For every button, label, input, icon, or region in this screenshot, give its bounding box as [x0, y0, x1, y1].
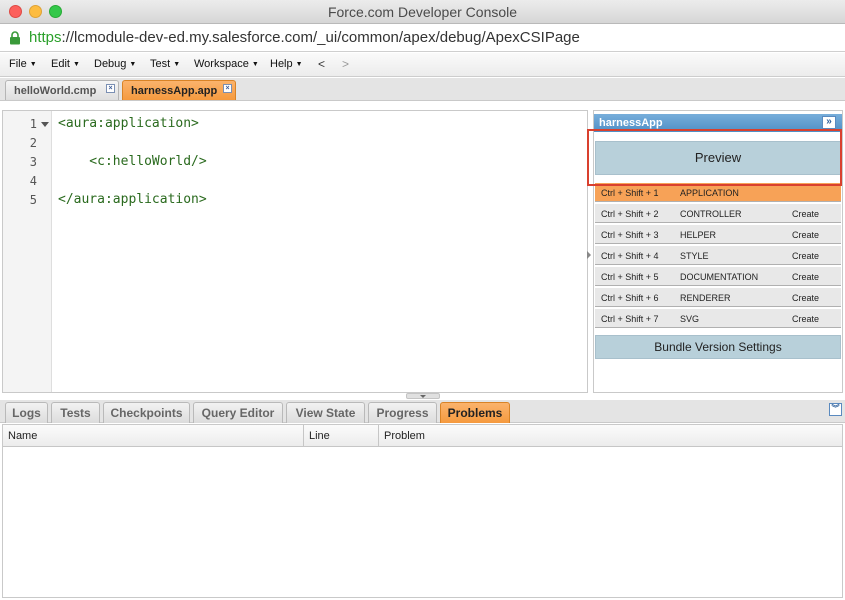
bundle-resource-type: DOCUMENTATION — [680, 272, 759, 282]
line-number-gutter: 1 2 3 4 5 — [3, 111, 52, 392]
menu-label: Workspace — [194, 58, 249, 70]
code-line[interactable]: </aura:application> — [58, 192, 207, 207]
bundle-row-application[interactable]: Ctrl + Shift + 1 APPLICATION — [595, 182, 841, 202]
bundle-row-controller[interactable]: Ctrl + Shift + 2 CONTROLLER Create — [595, 203, 841, 223]
create-link[interactable]: Create — [792, 293, 819, 303]
tab-view-state[interactable]: View State — [286, 402, 365, 423]
chevron-down-icon: ▼ — [129, 61, 137, 68]
window-title: Force.com Developer Console — [327, 4, 518, 20]
menu-label: Test — [150, 58, 171, 70]
shortcut-label: Ctrl + Shift + 6 — [601, 293, 659, 303]
code-line[interactable]: <aura:application> — [58, 116, 199, 131]
bundle-header: harnessApp » — [594, 114, 842, 132]
bottom-tab-bar: Problems Progress View State Query Editor Ch… — [0, 400, 845, 423]
menu-label: Debug — [94, 58, 127, 70]
menu-label: File — [9, 58, 27, 70]
collapse-panel-icon[interactable]: » — [822, 116, 836, 129]
column-header-name[interactable]: Name — [3, 425, 303, 447]
create-link[interactable]: Create — [792, 272, 819, 282]
menu-bar: File ▼ Edit ▼ Debug ▼ Test ▼ Workspace ▼ Help ▼ < > — [0, 53, 845, 77]
column-header-line[interactable]: Line — [303, 425, 378, 447]
close-icon[interactable]: × — [223, 84, 232, 93]
url-bar[interactable]: https://lcmodule-dev-ed.my.salesforce.co… — [0, 24, 845, 52]
bundle-version-settings-button[interactable]: Bundle Version Settings — [595, 335, 841, 359]
tab-checkpoints[interactable]: Checkpoints — [103, 402, 190, 423]
menu-test[interactable]: Test ▼ — [150, 58, 180, 70]
chevron-down-icon: ▼ — [173, 61, 181, 68]
code-line[interactable]: <c:helloWorld/> — [58, 154, 206, 169]
bundle-panel: harnessApp » Preview Ctrl + Shift + 1 APP… — [593, 110, 843, 393]
window-titlebar: Force.com Developer Console — [0, 0, 845, 24]
bundle-resource-type: STYLE — [680, 251, 709, 261]
line-number: 3 — [29, 155, 37, 169]
shortcut-label: Ctrl + Shift + 1 — [601, 188, 659, 198]
shortcut-label: Ctrl + Shift + 4 — [601, 251, 659, 261]
fold-arrow-icon[interactable] — [41, 122, 49, 127]
line-number: 5 — [29, 193, 37, 207]
menu-label: Edit — [51, 58, 70, 70]
line-number: 1 — [29, 117, 37, 131]
lock-icon — [10, 31, 20, 45]
panel-splitter-handle[interactable] — [406, 393, 440, 399]
tab-tests[interactable]: Tests — [51, 402, 100, 423]
chevron-down-icon: ▼ — [29, 61, 37, 68]
nav-forward-button[interactable]: > — [342, 57, 349, 71]
menu-label: Help — [270, 58, 293, 70]
tab-progress[interactable]: Progress — [368, 402, 437, 423]
menu-help[interactable]: Help ▼ — [270, 58, 303, 70]
create-link[interactable]: Create — [792, 230, 819, 240]
bundle-resource-type: HELPER — [680, 230, 717, 240]
preview-button[interactable]: Preview — [595, 141, 841, 175]
panel-resize-arrow-icon[interactable] — [587, 251, 591, 259]
bundle-row-svg[interactable]: Ctrl + Shift + 7 SVG Create — [595, 308, 841, 328]
file-tab-helloworld[interactable]: helloWorld.cmp × — [5, 80, 119, 100]
bundle-row-style[interactable]: Ctrl + Shift + 4 STYLE Create — [595, 245, 841, 265]
bundle-resource-type: SVG — [680, 314, 700, 324]
bundle-resource-type: APPLICATION — [680, 188, 739, 198]
column-header-problem[interactable]: Problem — [378, 425, 842, 447]
create-link[interactable]: Create — [792, 209, 819, 219]
bundle-resource-type: RENDERER — [680, 293, 731, 303]
bundle-row-helper[interactable]: Ctrl + Shift + 3 HELPER Create — [595, 224, 841, 244]
bundle-row-documentation[interactable]: Ctrl + Shift + 5 DOCUMENTATION Create — [595, 266, 841, 286]
shortcut-label: Ctrl + Shift + 7 — [601, 314, 659, 324]
file-tab-label: helloWorld.cmp — [14, 85, 97, 97]
bundle-title: harnessApp — [599, 117, 663, 129]
tab-query-editor[interactable]: Query Editor — [193, 402, 283, 423]
menu-debug[interactable]: Debug ▼ — [94, 58, 136, 70]
chevron-down-icon: ▼ — [295, 61, 303, 68]
url-path: ://lcmodule-dev-ed.my.salesforce.com/_ui… — [61, 29, 580, 46]
menu-edit[interactable]: Edit ▼ — [51, 58, 80, 70]
code-editor[interactable]: 1 2 3 4 5 <aura:application> <c:helloWorld/>… — [2, 110, 591, 393]
menu-file[interactable]: File ▼ — [9, 58, 37, 70]
menu-workspace[interactable]: Workspace ▼ — [194, 58, 259, 70]
line-number: 4 — [29, 174, 37, 188]
table-header: Name Line Problem — [3, 425, 842, 447]
chevron-down-icon: ▼ — [251, 61, 259, 68]
url-text[interactable]: https://lcmodule-dev-ed.my.salesforce.co… — [29, 29, 580, 46]
chevron-down-icon — [420, 395, 426, 398]
shortcut-label: Ctrl + Shift + 2 — [601, 209, 659, 219]
line-number: 2 — [29, 136, 37, 150]
shortcut-label: Ctrl + Shift + 5 — [601, 272, 659, 282]
file-tab-label: harnessApp.app — [131, 85, 218, 97]
bundle-row-renderer[interactable]: Ctrl + Shift + 6 RENDERER Create — [595, 287, 841, 307]
problems-table: Name Line Problem — [2, 424, 843, 598]
tab-problems[interactable]: Problems — [440, 402, 510, 423]
file-tab-harnessapp[interactable]: harnessApp.app × — [122, 80, 236, 100]
collapse-bottom-panel-icon[interactable]: ︾ — [829, 403, 842, 416]
bundle-resource-type: CONTROLLER — [680, 209, 742, 219]
create-link[interactable]: Create — [792, 251, 819, 261]
create-link[interactable]: Create — [792, 314, 819, 324]
url-scheme: https — [29, 29, 62, 46]
tab-logs[interactable]: Logs — [5, 402, 48, 423]
file-tab-bar: helloWorld.cmp × harnessApp.app × — [0, 78, 845, 101]
chevron-down-icon: ▼ — [72, 61, 80, 68]
nav-back-button[interactable]: < — [318, 57, 325, 71]
shortcut-label: Ctrl + Shift + 3 — [601, 230, 659, 240]
close-icon[interactable]: × — [106, 84, 115, 93]
